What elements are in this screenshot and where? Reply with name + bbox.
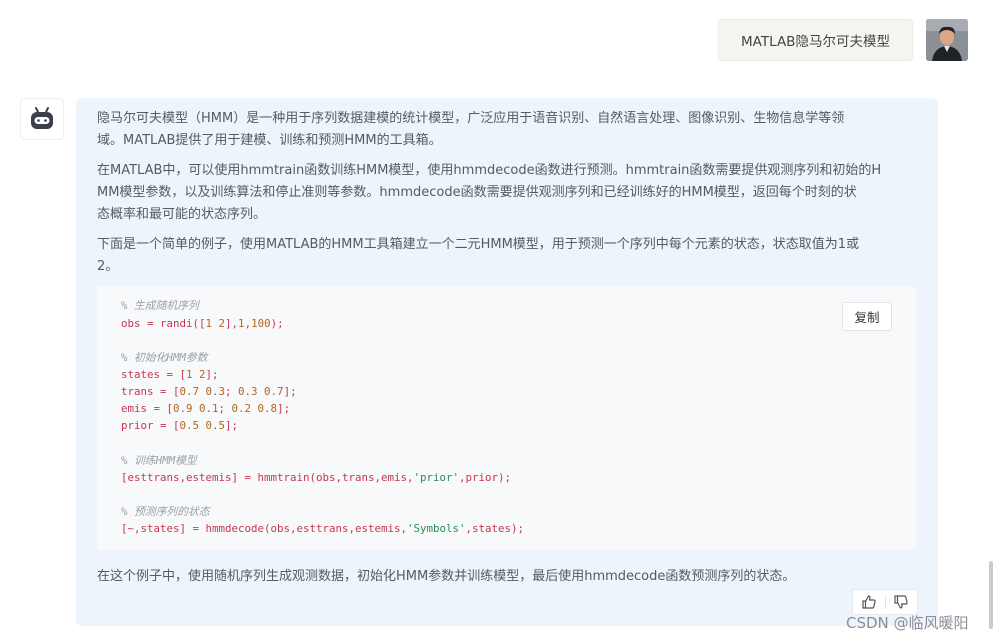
code-comment-predict: % 预测序列的状态 bbox=[121, 505, 210, 518]
bot-avatar bbox=[20, 98, 64, 140]
user-avatar[interactable] bbox=[926, 19, 968, 61]
code-comment-generate: % 生成随机序列 bbox=[121, 299, 199, 312]
user-avatar-image bbox=[926, 19, 968, 61]
code-line-trans: trans = [0.7 0.3; 0.3 0.7]; bbox=[121, 385, 297, 398]
scrollbar-thumb[interactable] bbox=[989, 561, 993, 629]
watermark: CSDN @临风暖阳 bbox=[846, 614, 969, 632]
copy-code-label: 复制 bbox=[854, 310, 880, 325]
user-message-bubble: MATLAB隐马尔可夫模型 bbox=[718, 19, 913, 61]
robot-icon bbox=[31, 107, 53, 129]
code-line-hmmdecode: [~,states] = hmmdecode(obs,esttrans,este… bbox=[121, 522, 525, 535]
answer-paragraph-3: 下面是一个简单的例子，使用MATLAB的HMM工具箱建立一个二元HMM模型，用于… bbox=[97, 237, 860, 274]
thumbs-up-icon bbox=[862, 595, 876, 609]
code-line-hmmtrain: [esttrans,estemis] = hmmtrain(obs,trans,… bbox=[121, 471, 512, 484]
answer-paragraph-2: 在MATLAB中，可以使用hmmtrain函数训练HMM模型，使用hmmdeco… bbox=[97, 163, 882, 222]
code-line-states: states = [1 2]; bbox=[121, 368, 219, 381]
code-line-prior: prior = [0.5 0.5]; bbox=[121, 419, 239, 432]
thumbs-down-icon bbox=[894, 595, 908, 609]
code-comment-train: % 训练HMM模型 bbox=[121, 454, 197, 467]
code-comment-init: % 初始化HMM参数 bbox=[121, 351, 208, 364]
code-line-obs: obs = randi([1 2],1,100); bbox=[121, 317, 284, 330]
code-line-emis: emis = [0.9 0.1; 0.2 0.8]; bbox=[121, 402, 291, 415]
like-button[interactable] bbox=[853, 590, 885, 614]
answer-conclusion: 在这个例子中，使用随机序列生成观测数据，初始化HMM参数并训练模型，最后使用hm… bbox=[97, 569, 796, 584]
dislike-button[interactable] bbox=[885, 590, 917, 614]
user-message-text: MATLAB隐马尔可夫模型 bbox=[741, 34, 890, 50]
answer-paragraph-1: 隐马尔可夫模型（HMM）是一种用于序列数据建模的统计模型，广泛应用于语音识别、自… bbox=[97, 111, 845, 148]
copy-code-button[interactable]: 复制 bbox=[842, 302, 892, 331]
